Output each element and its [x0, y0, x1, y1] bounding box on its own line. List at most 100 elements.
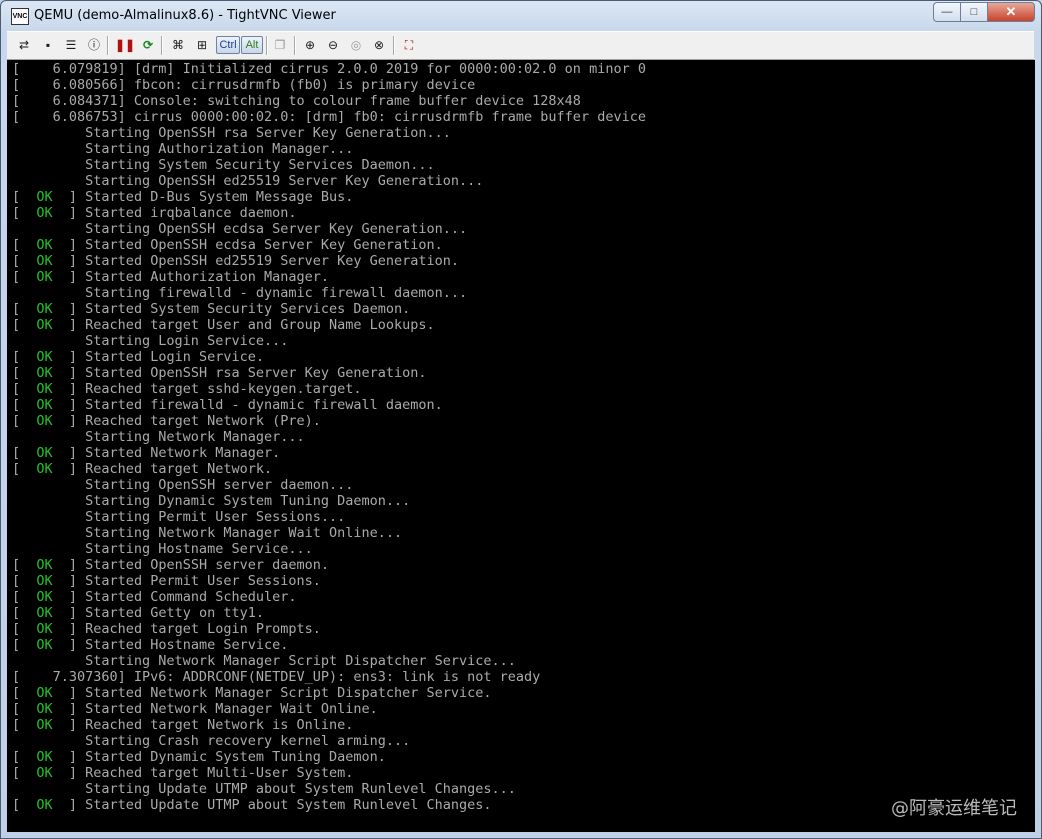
- ok-status: OK: [36, 765, 53, 781]
- save-icon[interactable]: ▪: [39, 36, 57, 54]
- console-line: [ OK ] Started Network Manager Wait Onli…: [12, 701, 378, 717]
- toolbar-separator: [393, 36, 395, 55]
- ok-status: OK: [36, 589, 53, 605]
- console-line-text: [ 6.079819] [drm] Initialized cirrus 2.0…: [12, 61, 646, 77]
- toolbar-separator: [266, 36, 268, 55]
- console-line: Starting Update UTMP about System Runlev…: [12, 781, 1032, 797]
- console-line-text: Started Hostname Service.: [85, 637, 289, 653]
- maximize-button[interactable]: □: [960, 2, 987, 22]
- console-line-text: Reached target Network (Pre).: [85, 413, 321, 429]
- console-line-text: Started Update UTMP about System Runleve…: [85, 797, 492, 813]
- console-line-text: Starting Permit User Sessions...: [12, 509, 346, 525]
- console-line: Starting Authorization Manager...: [12, 141, 1032, 157]
- console-line-text: Starting Network Manager...: [12, 429, 305, 445]
- ok-status: OK: [36, 269, 53, 285]
- remote-console-screen[interactable]: [ 6.079819] [drm] Initialized cirrus 2.0…: [7, 60, 1035, 832]
- ok-status: OK: [36, 605, 53, 621]
- console-line: [ OK ] Reached target User and Group Nam…: [12, 317, 435, 333]
- ok-status: OK: [36, 621, 53, 637]
- console-line-text: Started Login Service.: [85, 349, 264, 365]
- zoom-100-icon[interactable]: ◎: [347, 36, 365, 54]
- console-line-text: Reached target Multi-User System.: [85, 765, 354, 781]
- ok-status: OK: [36, 237, 53, 253]
- ok-status: OK: [36, 637, 53, 653]
- console-line-text: Started System Security Services Daemon.: [85, 301, 411, 317]
- zoom-in-icon[interactable]: ⊕: [301, 36, 319, 54]
- console-line-text: Starting Network Manager Script Dispatch…: [12, 653, 516, 669]
- ok-status: OK: [36, 701, 53, 717]
- console-line: [ OK ] Reached target Network is Online.: [12, 717, 354, 733]
- console-line-text: Starting OpenSSH server daemon...: [12, 477, 354, 493]
- ok-status: OK: [36, 365, 53, 381]
- close-button[interactable]: ✕: [987, 2, 1035, 22]
- ok-status: OK: [36, 717, 53, 733]
- console-line-text: Starting OpenSSH ed25519 Server Key Gene…: [12, 173, 484, 189]
- console-line-text: Started OpenSSH ecdsa Server Key Generat…: [85, 237, 443, 253]
- console-line: [ OK ] Reached target Network.: [12, 461, 273, 477]
- console-line: [ OK ] Started OpenSSH rsa Server Key Ge…: [12, 365, 427, 381]
- console-line: [ OK ] Reached target sshd-keygen.target…: [12, 381, 362, 397]
- pause-icon[interactable]: ❚❚: [115, 36, 135, 54]
- console-line: Starting OpenSSH ed25519 Server Key Gene…: [12, 173, 1032, 189]
- console-line-text: Reached target User and Group Name Looku…: [85, 317, 435, 333]
- toolbar-separator: [294, 36, 296, 55]
- console-line: [ 6.080566] fbcon: cirrusdrmfb (fb0) is …: [12, 77, 1032, 93]
- new-connection-icon[interactable]: ⇄: [15, 36, 33, 54]
- console-line-text: Starting OpenSSH ecdsa Server Key Genera…: [12, 221, 468, 237]
- console-line: Starting Crash recovery kernel arming...: [12, 733, 1032, 749]
- console-line-text: Started Permit User Sessions.: [85, 573, 321, 589]
- console-line: [ OK ] Started Network Manager Script Di…: [12, 685, 492, 701]
- watermark: @阿豪运维笔记: [891, 798, 1017, 819]
- console-line: Starting OpenSSH server daemon...: [12, 477, 1032, 493]
- console-line-text: Starting firewalld - dynamic firewall da…: [12, 285, 468, 301]
- console-line: Starting firewalld - dynamic firewall da…: [12, 285, 1032, 301]
- console-line-text: Started Network Manager Wait Online.: [85, 701, 378, 717]
- console-line-text: Started Authorization Manager.: [85, 269, 330, 285]
- options-icon[interactable]: ☰: [62, 36, 80, 54]
- toolbar-separator: [107, 36, 109, 55]
- ok-status: OK: [36, 749, 53, 765]
- console-line-text: Starting Login Service...: [12, 333, 289, 349]
- console-line-text: Started firewalld - dynamic firewall dae…: [85, 397, 443, 413]
- ctrl-key-button[interactable]: Ctrl: [216, 36, 240, 54]
- minimize-button[interactable]: —: [933, 2, 960, 22]
- vnc-app-icon[interactable]: VNC: [11, 8, 29, 25]
- console-line: [ 6.084371] Console: switching to colour…: [12, 93, 1032, 109]
- ok-status: OK: [36, 301, 53, 317]
- console-line-text: [ 6.080566] fbcon: cirrusdrmfb (fb0) is …: [12, 77, 476, 93]
- console-line-text: Reached target Network.: [85, 461, 273, 477]
- console-line: [ OK ] Started Command Scheduler.: [12, 589, 297, 605]
- console-line: Starting OpenSSH ecdsa Server Key Genera…: [12, 221, 1032, 237]
- info-icon[interactable]: ⓘ: [85, 36, 103, 54]
- ok-status: OK: [36, 445, 53, 461]
- console-line: [ OK ] Reached target Login Prompts.: [12, 621, 321, 637]
- clipboard-icon[interactable]: ❐: [271, 36, 289, 54]
- ok-status: OK: [36, 349, 53, 365]
- console-line-text: Started Dynamic System Tuning Daemon.: [85, 749, 386, 765]
- console-line: Starting OpenSSH rsa Server Key Generati…: [12, 125, 1032, 141]
- ok-status: OK: [36, 397, 53, 413]
- ok-status: OK: [36, 797, 53, 813]
- ok-status: OK: [36, 413, 53, 429]
- alt-key-button[interactable]: Alt: [241, 36, 263, 54]
- console-line: [ OK ] Started firewalld - dynamic firew…: [12, 397, 443, 413]
- title-bar[interactable]: VNC QEMU (demo-Almalinux8.6) - TightVNC …: [1, 1, 1041, 30]
- ok-status: OK: [36, 253, 53, 269]
- zoom-fit-icon[interactable]: ⊗: [370, 36, 388, 54]
- zoom-out-icon[interactable]: ⊖: [324, 36, 342, 54]
- console-line: [ OK ] Reached target Multi-User System.: [12, 765, 354, 781]
- console-line-text: Reached target Network is Online.: [85, 717, 354, 733]
- ctrl-alt-del-icon[interactable]: ⌘: [169, 36, 187, 54]
- console-line: Starting Permit User Sessions...: [12, 509, 1032, 525]
- ok-status: OK: [36, 461, 53, 477]
- ctrl-esc-icon[interactable]: ⊞: [193, 36, 211, 54]
- console-line: [ 6.079819] [drm] Initialized cirrus 2.0…: [12, 61, 1032, 77]
- window-controls: — □ ✕: [933, 2, 1035, 22]
- console-line: [ OK ] Reached target Network (Pre).: [12, 413, 321, 429]
- console-line: [ OK ] Started OpenSSH ed25519 Server Ke…: [12, 253, 460, 269]
- refresh-icon[interactable]: ⟳: [139, 36, 157, 54]
- fullscreen-icon[interactable]: ⛶: [400, 36, 418, 54]
- console-line-text: Starting Network Manager Wait Online...: [12, 525, 403, 541]
- console-line-text: Starting Crash recovery kernel arming...: [12, 733, 411, 749]
- toolbar: ⇄ ▪ ☰ ⓘ ❚❚ ⟳ ⌘ ⊞ Ctrl Alt ❐ ⊕ ⊖ ◎ ⊗ ⛶: [7, 31, 1034, 60]
